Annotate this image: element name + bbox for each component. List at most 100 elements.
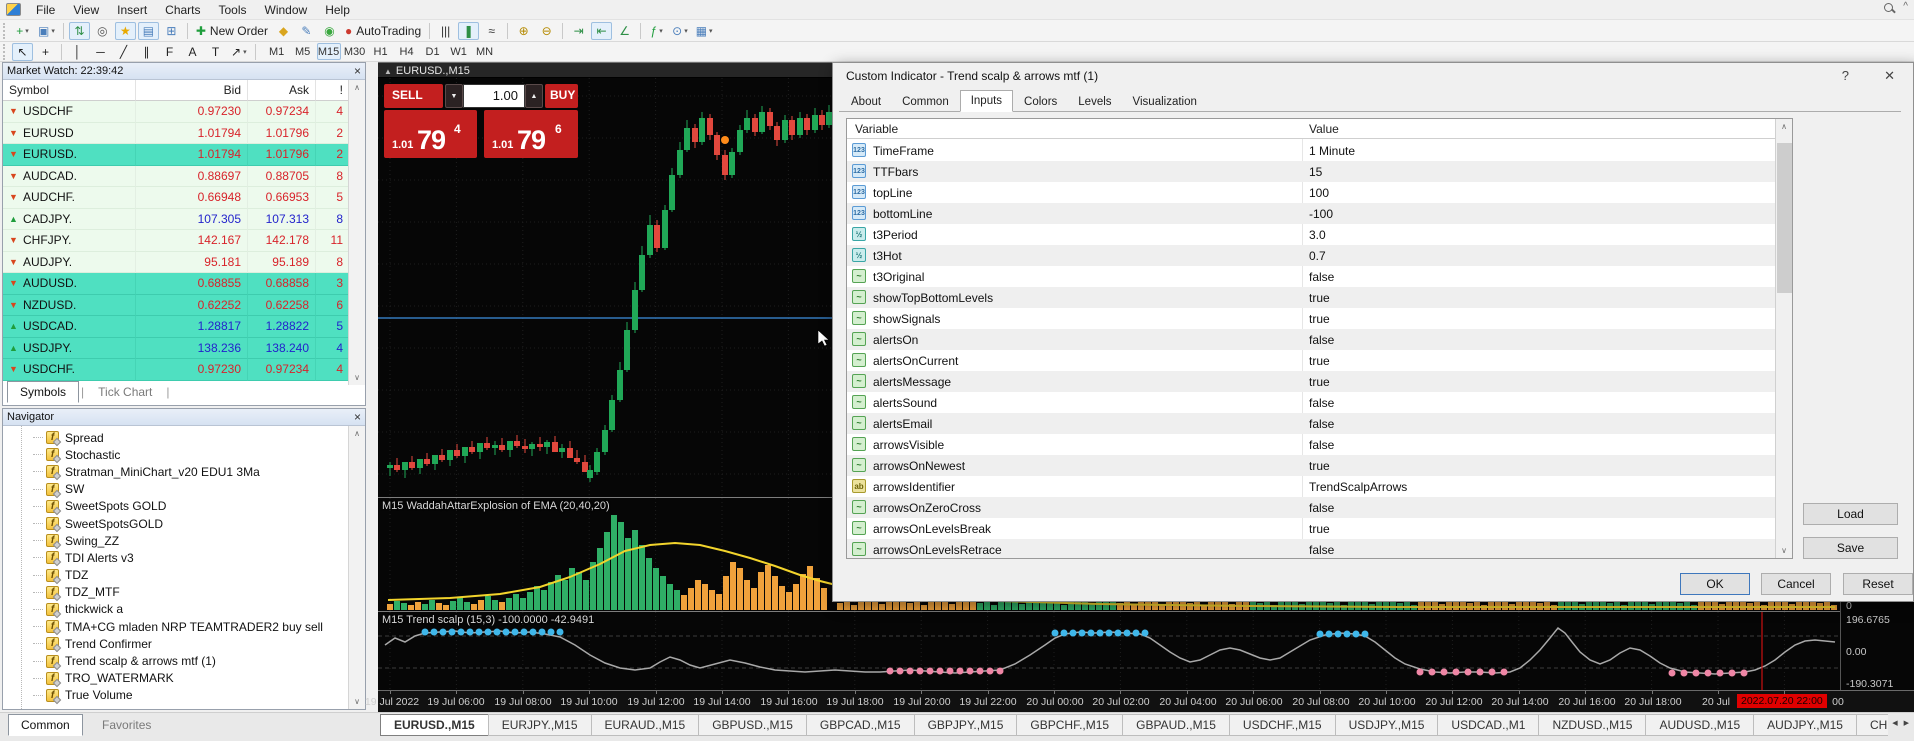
market-watch-row[interactable]: ▼ AUDUSD. 0.68855 0.68858 3 bbox=[3, 273, 350, 295]
market-watch-row[interactable]: ▼ AUDCHF. 0.66948 0.66953 5 bbox=[3, 187, 350, 209]
volume-increase-button[interactable]: ▲ bbox=[525, 84, 543, 108]
variable-value[interactable]: 1 Minute bbox=[1309, 144, 1355, 158]
variable-value[interactable]: true bbox=[1309, 312, 1330, 326]
help-icon[interactable]: ? bbox=[1842, 68, 1849, 83]
variable-value[interactable]: 0.7 bbox=[1309, 249, 1326, 263]
timeframe-m5[interactable]: M5 bbox=[291, 43, 315, 60]
variable-value[interactable]: 3.0 bbox=[1309, 228, 1326, 242]
menu-view[interactable]: View bbox=[64, 1, 108, 19]
column-header-symbol[interactable]: Symbol bbox=[3, 80, 136, 101]
dialog-scrollbar[interactable]: ∧ ∨ bbox=[1775, 119, 1792, 558]
volume-input[interactable]: 1.00 bbox=[463, 84, 525, 108]
input-row[interactable]: ½ t3Hot 0.7 bbox=[847, 245, 1776, 266]
profiles-button[interactable]: ▣ ▾ bbox=[35, 22, 58, 40]
chart-tab-usdcadm1[interactable]: USDCAD.,M1 bbox=[1437, 714, 1539, 736]
scroll-up-icon[interactable]: ∧ bbox=[349, 81, 365, 94]
periods-button[interactable]: ⊙ ▾ bbox=[669, 22, 691, 40]
market-watch-row[interactable]: ▼ USDCHF 0.97230 0.97234 4 bbox=[3, 101, 350, 123]
indicators-button[interactable]: ƒ ▾ bbox=[646, 22, 667, 40]
input-row[interactable]: 123 TTFbars 15 bbox=[847, 161, 1776, 182]
variable-value[interactable]: false bbox=[1309, 270, 1334, 284]
search-icon[interactable] bbox=[1884, 2, 1894, 12]
dialog-tab-inputs[interactable]: Inputs bbox=[959, 90, 1014, 112]
tabs-left-icon[interactable]: ◀ bbox=[1889, 716, 1900, 730]
trend-scalp-panel[interactable] bbox=[378, 612, 1840, 690]
chart-tab-euraudm15[interactable]: EURAUD.,M15 bbox=[590, 714, 699, 736]
auto-scroll-button[interactable]: ⇥ bbox=[568, 22, 589, 40]
fibonacci-button[interactable]: F bbox=[159, 43, 180, 61]
bar-chart-button[interactable]: ||| bbox=[435, 22, 456, 40]
tab-symbols[interactable]: Symbols bbox=[7, 381, 80, 403]
vertical-line-button[interactable]: │ bbox=[67, 43, 88, 61]
dialog-title-bar[interactable]: Custom Indicator - Trend scalp & arrows … bbox=[833, 63, 1913, 89]
navigator-item[interactable]: f SW bbox=[3, 481, 365, 498]
dialog-tab-colors[interactable]: Colors bbox=[1014, 92, 1067, 112]
menu-help[interactable]: Help bbox=[316, 1, 359, 19]
input-row[interactable]: ~ alertsSound false bbox=[847, 392, 1776, 413]
input-row[interactable]: ~ arrowsOnLevelsRetrace false bbox=[847, 539, 1776, 558]
timeframe-h4[interactable]: H4 bbox=[395, 43, 419, 60]
variable-value[interactable]: true bbox=[1309, 354, 1330, 368]
text-button[interactable]: A bbox=[182, 43, 203, 61]
input-row[interactable]: 123 topLine 100 bbox=[847, 182, 1776, 203]
chart-tab-gbpchfm15[interactable]: GBPCHF.,M15 bbox=[1016, 714, 1123, 736]
market-watch-row[interactable]: ▼ NZDUSD. 0.62252 0.62258 6 bbox=[3, 294, 350, 316]
load-button[interactable]: Load bbox=[1803, 503, 1898, 525]
timeframe-h1[interactable]: H1 bbox=[369, 43, 393, 60]
column-header-ask[interactable]: Ask bbox=[248, 80, 316, 101]
strategy-tester-button[interactable]: ⊞ bbox=[161, 22, 182, 40]
menu-window[interactable]: Window bbox=[256, 1, 317, 19]
column-header-bid[interactable]: Bid bbox=[136, 80, 248, 101]
reset-button[interactable]: Reset bbox=[1843, 573, 1913, 595]
input-row[interactable]: ~ arrowsOnNewest true bbox=[847, 455, 1776, 476]
timeframe-w1[interactable]: W1 bbox=[447, 43, 471, 60]
signals-button[interactable]: ◉ bbox=[319, 22, 340, 40]
market-watch-row[interactable]: ▼ EURUSD. 1.01794 1.01796 2 bbox=[3, 144, 350, 166]
variable-value[interactable]: true bbox=[1309, 522, 1330, 536]
navigator-item[interactable]: f TDI Alerts v3 bbox=[3, 549, 365, 566]
sell-button[interactable]: SELL bbox=[384, 84, 443, 108]
metaquotes-editor-button[interactable]: ✎ bbox=[296, 22, 317, 40]
variable-column-header[interactable]: Variable bbox=[855, 122, 898, 136]
chart-tab-usdchfm15[interactable]: USDCHF.,M15 bbox=[1228, 714, 1335, 736]
input-row[interactable]: ~ t3Original false bbox=[847, 266, 1776, 287]
input-row[interactable]: ½ t3Period 3.0 bbox=[847, 224, 1776, 245]
tab-favorites[interactable]: Favorites bbox=[90, 715, 163, 735]
input-row[interactable]: ~ arrowsOnZeroCross false bbox=[847, 497, 1776, 518]
timeframe-m1[interactable]: M1 bbox=[265, 43, 289, 60]
navigator-item[interactable]: f Spread bbox=[3, 429, 365, 446]
navigator-item[interactable]: f SweetSpotsGOLD bbox=[3, 515, 365, 532]
variable-value[interactable]: true bbox=[1309, 375, 1330, 389]
input-row[interactable]: ~ alertsEmail false bbox=[847, 413, 1776, 434]
tab-common[interactable]: Common bbox=[8, 714, 83, 736]
chart-profile-button[interactable]: ∠ bbox=[614, 22, 635, 40]
value-column-header[interactable]: Value bbox=[1309, 122, 1339, 136]
menu-insert[interactable]: Insert bbox=[108, 1, 156, 19]
input-row[interactable]: 123 bottomLine -100 bbox=[847, 203, 1776, 224]
navigator-item[interactable]: f thickwick a bbox=[3, 601, 365, 618]
templates-button[interactable]: ▦ ▾ bbox=[693, 22, 716, 40]
chart-tab-usdjpym15[interactable]: USDJPY.,M15 bbox=[1334, 714, 1438, 736]
navigator-scrollbar[interactable]: ∧ ∨ bbox=[348, 426, 365, 709]
buy-price-button[interactable]: 1.01 79 6 bbox=[484, 110, 578, 158]
variable-value[interactable]: true bbox=[1309, 459, 1330, 473]
scroll-down-icon[interactable]: ∨ bbox=[1776, 544, 1792, 557]
navigator-item[interactable]: f Swing_ZZ bbox=[3, 532, 365, 549]
navigator-item[interactable]: f Stratman_MiniChart_v20 EDU1 3Ma bbox=[3, 463, 365, 480]
navigator-item[interactable]: f SweetSpots GOLD bbox=[3, 498, 365, 515]
input-row[interactable]: ab arrowsIdentifier TrendScalpArrows bbox=[847, 476, 1776, 497]
scroll-thumb[interactable] bbox=[1777, 143, 1792, 293]
market-watch-row[interactable]: ▼ CHFJPY. 142.167 142.178 11 bbox=[3, 230, 350, 252]
dialog-tab-common[interactable]: Common bbox=[892, 92, 959, 112]
volume-decrease-button[interactable]: ▼ bbox=[445, 84, 463, 108]
scroll-down-icon[interactable]: ∨ bbox=[349, 371, 365, 384]
close-icon[interactable]: ✕ bbox=[1884, 68, 1895, 84]
market-watch-toggle-button[interactable]: ⇅ bbox=[68, 21, 90, 40]
chart-tab-audusdm15[interactable]: AUDUSD.,M15 bbox=[1645, 714, 1754, 736]
navigator-item[interactable]: f TRO_WATERMARK bbox=[3, 670, 365, 687]
data-window-button[interactable]: ◎ bbox=[92, 22, 113, 40]
chart-tab-eurjpym15[interactable]: EURJPY.,M15 bbox=[487, 714, 591, 736]
variable-value[interactable]: false bbox=[1309, 396, 1334, 410]
menu-charts[interactable]: Charts bbox=[156, 1, 209, 19]
chart-tab-chfjpym1[interactable]: CHFJPY.,M1 bbox=[1855, 714, 1888, 736]
